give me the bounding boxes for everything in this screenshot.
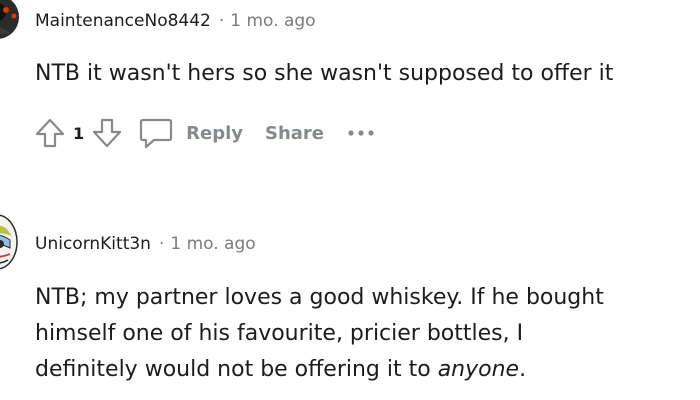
vote-count: 1 <box>73 123 85 143</box>
timestamp-link[interactable]: 1 mo. ago <box>230 11 315 31</box>
comment-header: UnicornKitt3n · 1 mo. ago <box>35 234 256 254</box>
emphasized-word: anyone <box>437 357 520 382</box>
reply-label: Reply <box>186 122 243 144</box>
more-options-button[interactable] <box>346 127 376 139</box>
avatar-image <box>0 0 19 39</box>
comment-body-text: definitely would not be offering it to <box>35 357 438 382</box>
meta-separator: · <box>158 234 165 254</box>
username-link[interactable]: UnicornKitt3n <box>35 234 151 254</box>
downvote-button[interactable] <box>90 116 124 150</box>
comment-header: MaintenanceNo8442 · 1 mo. ago <box>35 11 316 31</box>
comment-body: NTB; my partner loves a good whiskey. If… <box>35 280 675 388</box>
timestamp-link[interactable]: 1 mo. ago <box>170 234 255 254</box>
user-avatar[interactable] <box>0 214 18 270</box>
user-avatar[interactable] <box>0 0 20 40</box>
upvote-button[interactable] <box>33 116 67 150</box>
meta-separator: · <box>218 11 225 31</box>
username-link[interactable]: MaintenanceNo8442 <box>35 11 211 31</box>
share-button[interactable]: Share <box>265 123 324 144</box>
comment-bubble-icon <box>140 118 173 149</box>
comment-body-line: NTB; my partner loves a good whiskey. If… <box>35 285 604 310</box>
upvote-arrow-icon <box>35 118 65 148</box>
downvote-arrow-icon <box>93 118 122 148</box>
comment-body-end: . <box>519 357 527 382</box>
comment-actions: 1 Reply Share <box>33 113 376 153</box>
comment-thread: MaintenanceNo8442 · 1 mo. ago NTB it was… <box>0 0 700 400</box>
reply-button[interactable]: Reply <box>138 116 243 150</box>
comment-body: NTB it wasn't hers so she wasn't suppose… <box>35 61 614 86</box>
comment-body-line: himself one of his favourite, pricier bo… <box>35 321 524 346</box>
more-dots-icon <box>348 130 374 136</box>
comment-body-line: definitely would not be offering it to a… <box>35 352 675 388</box>
avatar-image <box>0 214 18 270</box>
